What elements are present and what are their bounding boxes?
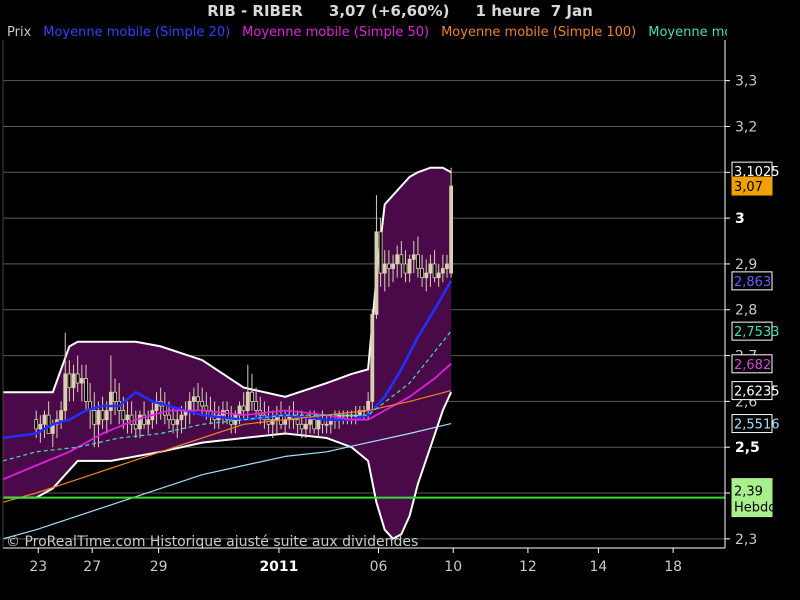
candle-body bbox=[191, 396, 196, 402]
bollinger-band bbox=[3, 166, 453, 541]
footer-text: © ProRealTime.com Historique ajusté suit… bbox=[6, 534, 419, 550]
y-tick-label: 2,9 bbox=[735, 257, 757, 273]
candle-body bbox=[108, 391, 113, 411]
candle-body bbox=[316, 419, 321, 430]
x-tick-label: 14 bbox=[590, 559, 608, 575]
candle-body bbox=[254, 400, 259, 411]
x-tick-label: 12 bbox=[519, 559, 537, 575]
candle-body bbox=[403, 263, 408, 274]
candle-body bbox=[96, 410, 101, 425]
bollinger-fill bbox=[3, 167, 452, 539]
candle-body bbox=[34, 419, 39, 430]
x-tick-label: 2011 bbox=[259, 559, 298, 575]
candle-body bbox=[370, 313, 375, 402]
candle-body bbox=[167, 414, 171, 421]
candle-body bbox=[100, 410, 105, 421]
candle-body bbox=[440, 268, 445, 274]
candle-body bbox=[399, 254, 404, 265]
x-tick-label: 29 bbox=[150, 559, 168, 575]
candle-body bbox=[79, 378, 84, 384]
candle-body bbox=[424, 272, 429, 279]
candle-body bbox=[146, 419, 151, 425]
candle-body bbox=[428, 263, 433, 274]
grid-lines bbox=[3, 80, 725, 540]
candle-body bbox=[121, 410, 126, 421]
candle-body bbox=[38, 423, 43, 430]
x-tick-label: 10 bbox=[444, 559, 462, 575]
y-tick-label: 2,3 bbox=[735, 532, 757, 548]
candle-body bbox=[59, 410, 63, 421]
candle-body bbox=[75, 373, 80, 384]
value-tag-label: 2,7533 bbox=[734, 325, 780, 340]
y-tick-label: 2,8 bbox=[735, 303, 757, 319]
candle-body bbox=[378, 231, 383, 274]
candle-body bbox=[71, 373, 76, 389]
candle-body bbox=[129, 414, 134, 425]
candle-body bbox=[432, 263, 437, 279]
candle-body bbox=[312, 419, 317, 430]
candle-body bbox=[420, 268, 424, 279]
x-tick-label: 18 bbox=[664, 559, 682, 575]
candle-body bbox=[200, 400, 205, 407]
x-tick-label: 27 bbox=[83, 559, 101, 575]
value-tag-label: 2,5516 bbox=[734, 418, 780, 433]
candle-body bbox=[63, 373, 68, 411]
hebdo-tag-label: Hebdo bbox=[734, 501, 776, 516]
price-chart: 3,33,23,132,92,82,72,62,52,42,3 23272920… bbox=[2, 40, 780, 575]
chart-frame bbox=[2, 40, 726, 549]
candle-body bbox=[175, 419, 180, 425]
hebdo-tag-value: 2,39 bbox=[734, 485, 763, 500]
candle-body bbox=[125, 414, 130, 421]
candle-body bbox=[84, 378, 88, 402]
candle-body bbox=[386, 263, 391, 269]
candle-body bbox=[245, 391, 250, 411]
y-axis: 3,33,23,132,92,82,72,62,52,42,3 bbox=[725, 74, 760, 548]
candle-body bbox=[411, 254, 416, 260]
candle-body bbox=[395, 254, 400, 265]
x-tick-label: 06 bbox=[370, 559, 388, 575]
candle-body bbox=[324, 423, 329, 426]
candle-body bbox=[171, 419, 176, 425]
candle-body bbox=[407, 258, 412, 274]
candle-body bbox=[138, 414, 142, 430]
candle-body bbox=[42, 414, 47, 425]
candle-body bbox=[391, 263, 395, 269]
candle-body bbox=[179, 414, 184, 421]
candle-body bbox=[295, 419, 300, 425]
candle-body bbox=[67, 373, 72, 389]
candle-body bbox=[187, 400, 192, 411]
candle-body bbox=[304, 423, 308, 430]
value-tag-label: 3,07 bbox=[734, 180, 763, 195]
value-tag-label: 2,682 bbox=[734, 358, 771, 373]
candle-body bbox=[345, 414, 350, 417]
candle-body bbox=[445, 263, 449, 269]
candle-body bbox=[133, 423, 138, 430]
candle-body bbox=[204, 405, 209, 411]
candle-body bbox=[241, 405, 246, 411]
candle-body bbox=[46, 414, 51, 434]
candle-body bbox=[113, 391, 117, 402]
candle-body bbox=[436, 272, 441, 279]
y-tick-label: 3,3 bbox=[735, 74, 757, 90]
candle-body bbox=[104, 410, 109, 421]
x-tick-label: 23 bbox=[29, 559, 47, 575]
candle-body bbox=[299, 423, 304, 430]
y-tick-label: 3 bbox=[735, 211, 745, 227]
y-tick-label: 3,2 bbox=[735, 119, 757, 135]
candle-body bbox=[92, 410, 97, 425]
candle-body bbox=[366, 400, 371, 411]
candle-body bbox=[308, 419, 312, 425]
value-tag-label: 2,6235 bbox=[734, 385, 780, 400]
candle-body bbox=[449, 185, 454, 274]
value-tag-label: 2,863 bbox=[734, 275, 771, 290]
candle-body bbox=[416, 254, 420, 269]
candle-body bbox=[250, 391, 254, 402]
candle-body bbox=[382, 263, 387, 274]
x-axis: 23 27 29 2011 06 10 12 14 18 bbox=[29, 548, 682, 575]
candle-body bbox=[196, 396, 200, 402]
candle-body bbox=[374, 231, 379, 315]
y-tick-label: 2,5 bbox=[735, 440, 760, 456]
